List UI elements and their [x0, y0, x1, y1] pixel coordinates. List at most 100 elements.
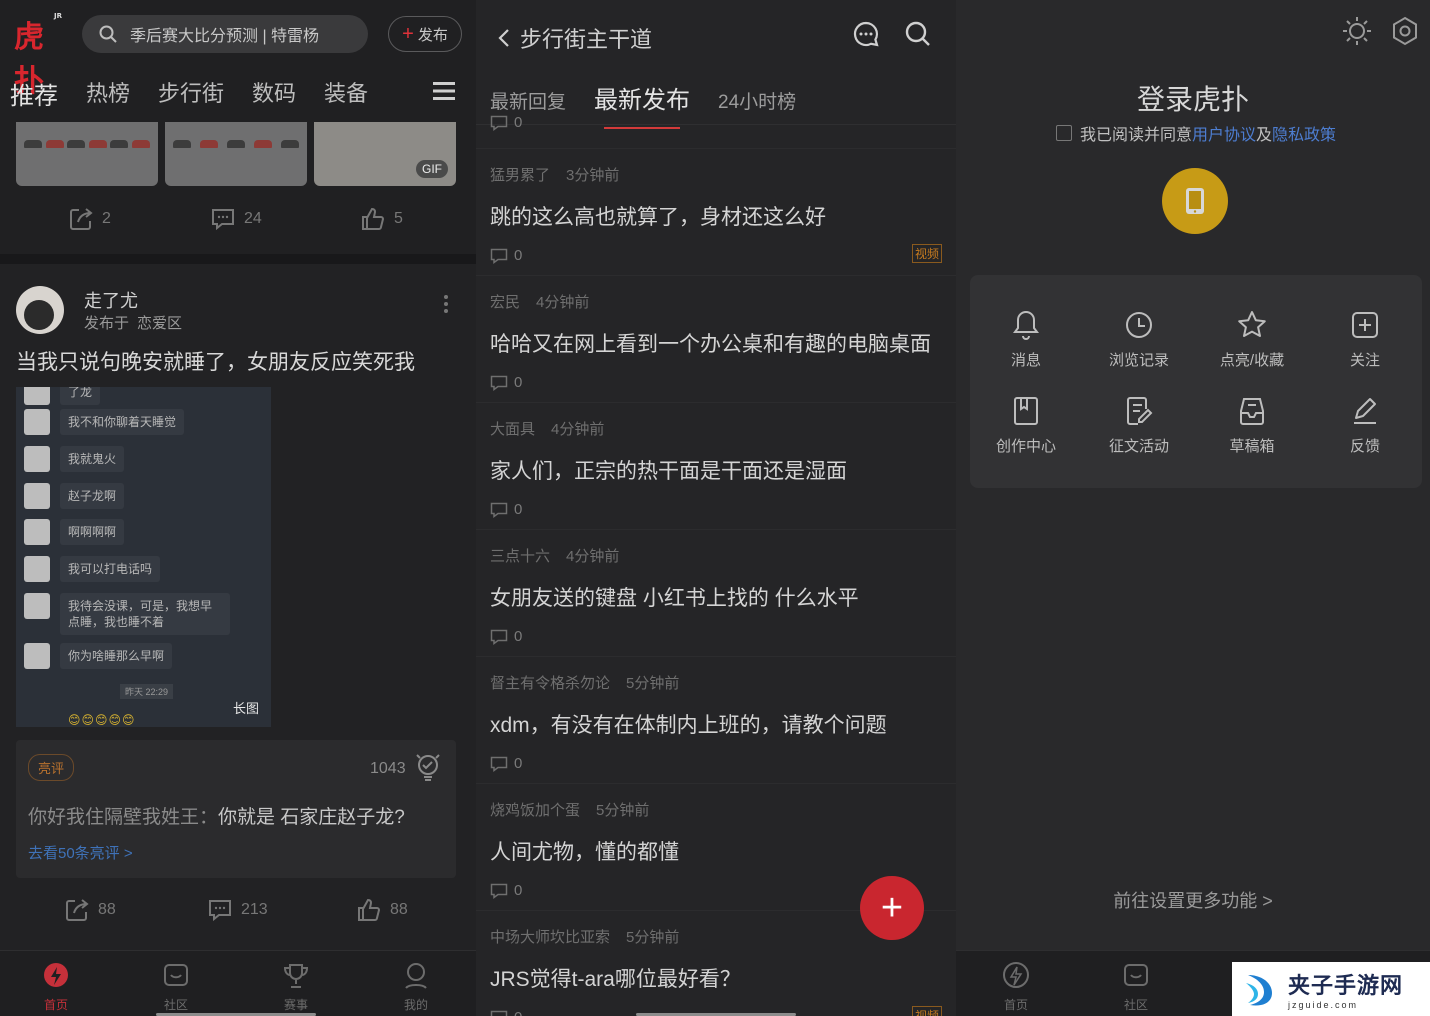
thread-title[interactable]: 女朋友送的键盘 小红书上找的 什么水平	[490, 582, 942, 612]
phone-icon	[1186, 188, 1204, 214]
divider	[476, 529, 956, 530]
search-bar[interactable]: 季后赛大比分预测 | 特雷杨	[82, 15, 368, 53]
thread-item[interactable]: 猛男累了 3分钟前 跳的这么高也就算了，身材还这么好 0 视频	[490, 164, 942, 264]
like-button[interactable]: 5	[360, 206, 403, 232]
hot-comment-box[interactable]: 亮评 1043 你好我住隔壁我姓王：你就是 石家庄赵子龙? 去看50条亮评 >	[16, 740, 456, 878]
chat-line: 赵子龙啊	[60, 483, 125, 509]
share-button[interactable]: 88	[64, 897, 116, 923]
thread-comments: 0	[490, 374, 942, 391]
grid-item-feedback[interactable]: 反馈	[1315, 395, 1415, 456]
thread-title[interactable]: xdm，有没有在体制内上班的，请教个问题	[490, 709, 942, 739]
thread-item[interactable]: 三点十六 4分钟前 女朋友送的键盘 小红书上找的 什么水平 0	[490, 545, 942, 645]
agreement-checkbox[interactable]	[1056, 125, 1072, 141]
divider	[476, 402, 956, 403]
grid-item-creator[interactable]: 创作中心	[976, 395, 1076, 456]
tab-digital[interactable]: 数码	[252, 76, 296, 111]
search-icon[interactable]	[904, 20, 932, 48]
thread-title[interactable]: JRS觉得t-ara哪位最好看？	[490, 963, 942, 993]
chat-bubble-icon[interactable]	[852, 20, 880, 48]
share-button[interactable]: 2	[68, 206, 111, 232]
thread-author[interactable]: 大面具	[490, 421, 535, 438]
tab-24h-rank[interactable]: 24小时榜	[718, 87, 796, 114]
home-flame-icon	[44, 963, 68, 987]
brightness-icon[interactable]	[1342, 16, 1372, 46]
bell-icon	[1013, 310, 1039, 340]
tab-home[interactable]: 首页	[26, 961, 86, 1013]
post-image-long[interactable]: 了龙 我不和你聊着天睡觉 我就鬼火 赵子龙啊 啊啊啊啊 我可以打电话吗 我待会没…	[16, 387, 271, 727]
thread-author[interactable]: 烧鸡饭加个蛋	[490, 802, 580, 819]
comment-icon	[212, 209, 234, 231]
post-title[interactable]: 当我只说句晚安就睡了，女朋友反应笑死我	[16, 346, 415, 376]
thread-author[interactable]: 三点十六	[490, 548, 550, 565]
grid-item-drafts[interactable]: 草稿箱	[1202, 395, 1302, 456]
thread-title[interactable]: 家人们，正宗的热干面是干面还是湿面	[490, 455, 942, 485]
star-icon	[1238, 311, 1266, 337]
thread-meta: 宏民 4分钟前	[490, 291, 942, 312]
thread-author[interactable]: 中场大师坎比亚索	[490, 929, 610, 946]
privacy-policy-link[interactable]: 隐私政策	[1272, 121, 1336, 145]
thread-item[interactable]: 督主有令格杀勿论 5分钟前 xdm，有没有在体制内上班的，请教个问题 0	[490, 672, 942, 772]
thread-title[interactable]: 哈哈又在网上看到一个办公桌和有趣的电脑桌面	[490, 328, 942, 358]
tab-me[interactable]: 我的	[386, 961, 446, 1013]
thread-item[interactable]: 大面具 4分钟前 家人们，正宗的热干面是干面还是湿面 0	[490, 418, 942, 518]
more-hot-comments-link[interactable]: 去看50条亮评 >	[28, 842, 133, 863]
tab-recommend[interactable]: 推荐	[10, 76, 58, 111]
tab-community[interactable]: 社区	[146, 961, 206, 1013]
chat-line: 啊啊啊啊	[60, 519, 125, 545]
like-count: 5	[394, 210, 403, 227]
new-post-fab[interactable]: +	[860, 876, 924, 940]
tab-hot[interactable]: 热榜	[86, 76, 130, 111]
thumbnail-image[interactable]	[165, 122, 307, 186]
share-icon	[66, 899, 89, 921]
tab-home[interactable]: 首页	[986, 961, 1046, 1013]
thread-author[interactable]: 猛男累了	[490, 167, 550, 184]
posted-in-board[interactable]: 恋爱区	[137, 315, 182, 332]
grid-item-history[interactable]: 浏览记录	[1089, 309, 1189, 370]
hupu-logo[interactable]: 虎扑 JR	[14, 12, 68, 99]
grid-item-follow[interactable]: 关注	[1315, 309, 1415, 370]
thread-meta: 三点十六 4分钟前	[490, 545, 942, 566]
thread-time: 5分钟前	[596, 802, 650, 819]
tab-street[interactable]: 步行街	[158, 76, 224, 111]
thumbnail-image[interactable]	[16, 122, 158, 186]
plus-icon: +	[402, 23, 414, 45]
comment-icon	[490, 375, 508, 391]
watermark-url: jzguide.com	[1288, 1000, 1359, 1010]
like-button[interactable]: 88	[356, 897, 408, 923]
user-agreement-link[interactable]: 用户协议	[1192, 121, 1256, 145]
thread-author[interactable]: 督主有令格杀勿论	[490, 675, 610, 692]
grid-item-messages[interactable]: 消息	[976, 309, 1076, 370]
publish-button[interactable]: + 发布	[388, 16, 462, 52]
thread-author[interactable]: 宏民	[490, 294, 520, 311]
thread-title[interactable]: 人间尤物，懂的都懂	[490, 836, 942, 866]
login-title[interactable]: 登录虎扑	[956, 78, 1430, 118]
thread-comments: 0	[490, 501, 942, 518]
phone-login-button[interactable]	[1162, 168, 1228, 234]
settings-icon[interactable]	[1390, 16, 1420, 46]
author-name[interactable]: 走了尤	[84, 287, 138, 313]
grid-item-favorites[interactable]: 点亮/收藏	[1202, 309, 1302, 370]
tab-gear[interactable]: 装备	[324, 76, 368, 111]
avatar[interactable]	[16, 286, 64, 334]
comment-icon	[490, 248, 508, 264]
thumbnail-image[interactable]: GIF	[314, 122, 456, 186]
community-icon	[1124, 964, 1148, 986]
back-button[interactable]: 步行街主干道	[498, 22, 652, 54]
tab-matches[interactable]: 赛事	[266, 961, 326, 1013]
thread-title[interactable]: 跳的这么高也就算了，身材还这么好	[490, 201, 942, 231]
thread-item[interactable]: 宏民 4分钟前哈哈又在网上看到一个办公桌和有趣的电脑桌面 0	[490, 291, 942, 391]
tab-latest-reply[interactable]: 最新回复	[490, 87, 566, 114]
thumbs-up-icon	[362, 207, 385, 230]
tab-community[interactable]: 社区	[1106, 961, 1166, 1013]
thread-item[interactable]: 中场大师坎比亚索 5分钟前 JRS觉得t-ara哪位最好看？ 0 视频	[490, 926, 942, 1016]
menu-icon[interactable]	[432, 80, 456, 102]
lightbulb-icon[interactable]	[414, 752, 442, 782]
thread-meta: 督主有令格杀勿论 5分钟前	[490, 672, 942, 693]
grid-item-essay[interactable]: 征文活动	[1089, 395, 1189, 456]
profile-icon	[405, 963, 427, 989]
comment-button[interactable]: 213	[207, 897, 268, 923]
comment-button[interactable]: 24	[210, 206, 262, 232]
settings-more-link[interactable]: 前往设置更多功能 >	[956, 887, 1430, 913]
tab-latest-post[interactable]: 最新发布	[594, 80, 690, 129]
more-options-icon[interactable]	[443, 294, 449, 314]
